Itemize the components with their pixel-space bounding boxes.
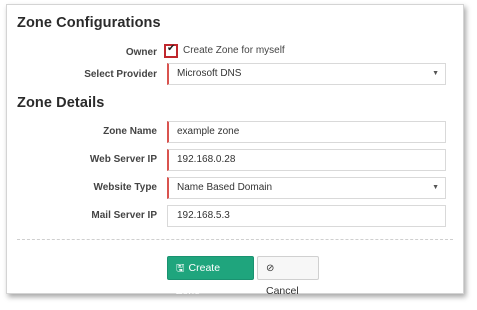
zone-name-label: Zone Name: [103, 126, 157, 137]
website-type-select-value: Name Based Domain: [177, 182, 273, 193]
zone-name-input[interactable]: example zone: [167, 121, 446, 143]
owner-checkbox[interactable]: ✔: [164, 43, 178, 58]
owner-checkbox-label[interactable]: Create Zone for myself: [183, 45, 285, 56]
chevron-down-icon: ▼: [432, 184, 439, 191]
website-type-label: Website Type: [93, 182, 157, 193]
chevron-down-icon: ▼: [432, 70, 439, 77]
provider-select[interactable]: Microsoft DNS ▼: [167, 63, 446, 85]
web-server-ip-label: Web Server IP: [89, 154, 157, 165]
provider-select-value: Microsoft DNS: [177, 68, 242, 79]
create-zone-button[interactable]: 🖫 Create Zone: [167, 256, 254, 297]
mail-server-ip-label: Mail Server IP: [91, 210, 157, 221]
web-server-ip-input[interactable]: 192.168.0.28: [167, 149, 446, 171]
owner-label: Owner: [125, 47, 157, 58]
cancel-button-label: Cancel: [266, 285, 299, 297]
save-icon: 🖫: [176, 263, 185, 274]
cancel-icon: ⊘: [266, 263, 275, 274]
form-divider: [17, 239, 453, 240]
zone-configurations-title: Zone Configurations: [17, 15, 161, 31]
check-icon: ✔: [167, 43, 176, 54]
cancel-button[interactable]: ⊘ Cancel: [257, 256, 319, 297]
zone-details-title: Zone Details: [17, 95, 105, 111]
mail-server-ip-input[interactable]: 192.168.5.3: [167, 205, 446, 227]
zone-form-panel: Zone Configurations Owner ✔ Create Zone …: [6, 4, 464, 297]
provider-label: Select Provider: [84, 69, 157, 80]
website-type-select[interactable]: Name Based Domain ▼: [167, 177, 446, 199]
